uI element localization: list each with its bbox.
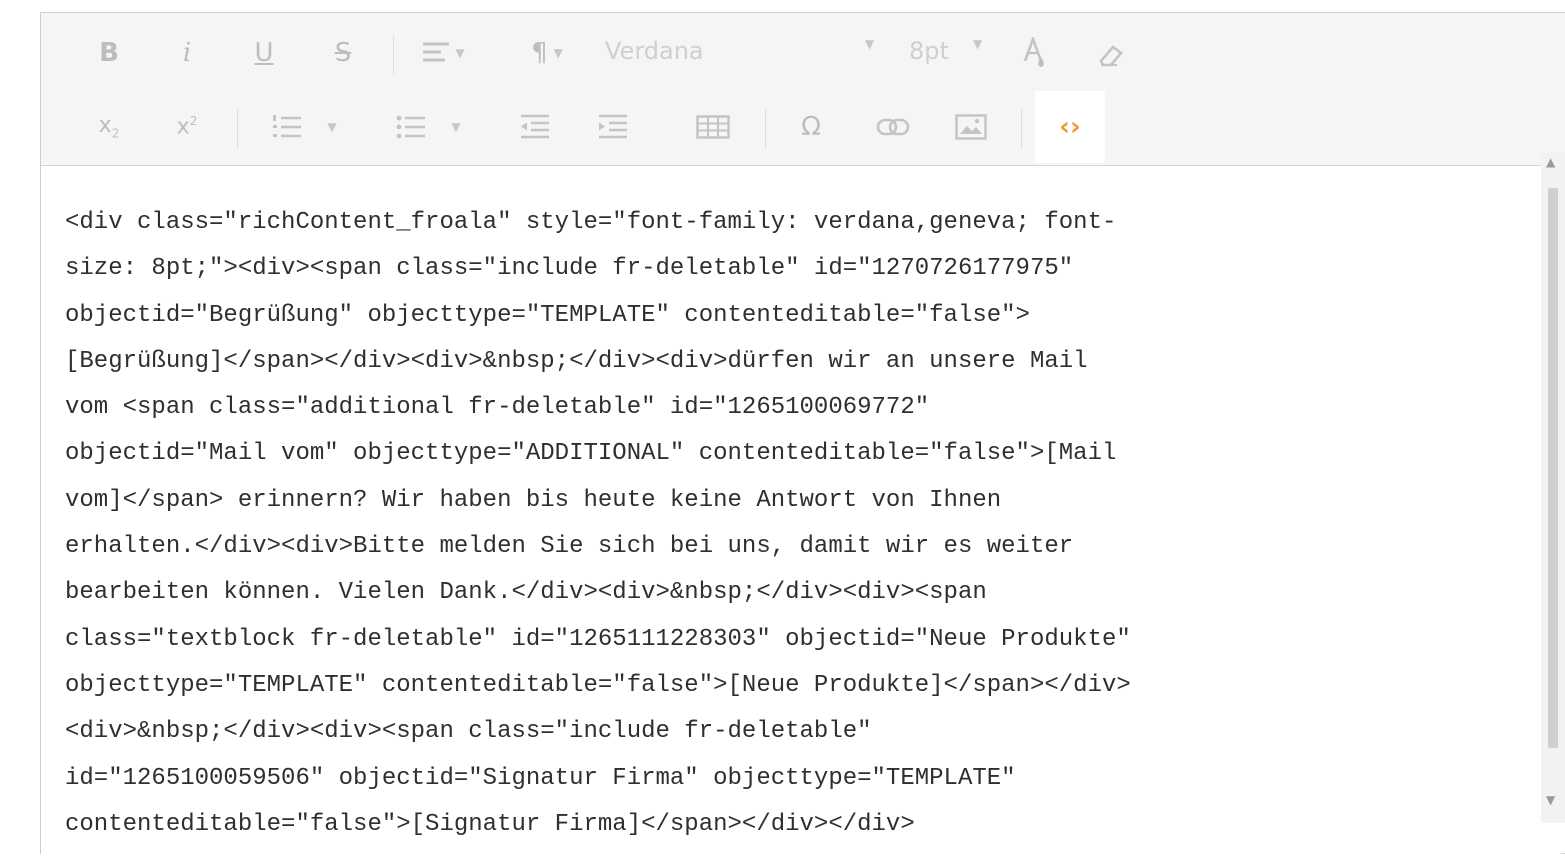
toolbar-divider [237,109,238,149]
indent-icon [599,114,627,139]
code-line[interactable]: vom <span class="additional fr-deletable… [65,385,1525,431]
eraser-icon [1099,45,1123,67]
subscript-base: x [98,113,112,139]
editor-toolbar: B i U S ▼ ¶ ▼ Verdana ▼ 8pt ▼ x2 x2 ▼ ▼ … [41,13,1565,166]
chevron-down-icon: ▼ [327,120,337,134]
strikethrough-icon: S [334,38,352,68]
superscript-base: x [176,114,190,140]
code-line[interactable]: objectid="Mail vom" objecttype="ADDITION… [65,431,1525,477]
text-color-icon [1023,37,1044,67]
subscript-icon: x2 [99,113,120,140]
table-icon [696,115,730,139]
underline-button[interactable]: U [246,27,282,79]
code-view-button[interactable]: ‹› [1035,91,1105,163]
italic-button[interactable]: i [169,27,205,79]
toolbar-row-2: x2 x2 ▼ ▼ Ω ‹› [41,91,1565,163]
toolbar-divider [1021,109,1022,149]
code-view-area[interactable]: <div class="richContent_froala" style="f… [41,166,1561,856]
code-line[interactable]: class="textblock fr-deletable" id="12651… [65,617,1525,663]
link-icon [876,118,910,136]
superscript-button[interactable]: x2 [167,101,207,153]
scrollbar-thumb[interactable] [1548,188,1558,748]
font-size-select[interactable]: 8pt [909,37,949,65]
ordered-list-dropdown[interactable]: ▼ [263,101,345,153]
html-source-text[interactable]: <div class="richContent_froala" style="f… [65,200,1525,848]
toolbar-divider [765,109,766,149]
insert-table-button[interactable] [691,101,735,153]
code-line[interactable]: vom]</span> erinnern? Wir haben bis heut… [65,478,1525,524]
scroll-up-arrow[interactable]: ▲ [1546,155,1555,169]
align-dropdown[interactable]: ▼ [413,27,473,79]
omega-icon: Ω [801,112,821,142]
insert-image-button[interactable] [949,101,993,153]
insert-link-button[interactable] [871,101,915,153]
subscript-button[interactable]: x2 [89,101,129,153]
paragraph-icon: ¶ [531,38,548,68]
code-line[interactable]: id="1265100059506" objectid="Signatur Fi… [65,756,1525,802]
code-line[interactable]: [Begrüßung]</span></div><div>&nbsp;</div… [65,339,1525,385]
code-line[interactable]: bearbeiten können. Vielen Dank.</div><di… [65,570,1525,616]
code-line[interactable]: erhalten.</div><div>Bitte melden Sie sic… [65,524,1525,570]
scroll-down-arrow[interactable]: ▼ [1546,793,1555,807]
chevron-down-icon: ▼ [451,120,461,134]
code-line[interactable]: objecttype="TEMPLATE" contenteditable="f… [65,663,1525,709]
outdent-button[interactable] [513,101,557,153]
code-view-icon: ‹› [1059,112,1081,142]
ordered-list-icon [273,115,302,138]
vertical-scrollbar[interactable]: ▲ ▼ [1541,153,1565,823]
strikethrough-button[interactable]: S [325,27,361,79]
unordered-list-icon [396,115,426,139]
toolbar-row-1: B i U S ▼ ¶ ▼ Verdana ▼ 8pt ▼ [41,17,1565,87]
underline-icon: U [254,38,274,68]
special-characters-button[interactable]: Ω [791,101,831,153]
superscript-mark: 2 [189,114,198,129]
chevron-down-icon: ▼ [865,37,875,51]
font-family-select[interactable]: Verdana [605,37,704,65]
indent-button[interactable] [591,101,635,153]
code-line[interactable]: size: 8pt;"><div><span class="include fr… [65,246,1525,292]
code-line[interactable]: contenteditable="false">[Signatur Firma]… [65,802,1525,848]
italic-icon: i [182,38,192,68]
clear-formatting-button[interactable] [1089,27,1133,79]
rich-text-editor: B i U S ▼ ¶ ▼ Verdana ▼ 8pt ▼ x2 x2 ▼ ▼ … [40,12,1565,856]
subscript-mark: 2 [111,126,120,141]
paragraph-format-dropdown[interactable]: ¶ ▼ [517,27,577,79]
code-line[interactable]: <div>&nbsp;</div><div><span class="inclu… [65,709,1525,755]
code-line[interactable]: <div class="richContent_froala" style="f… [65,200,1525,246]
code-line[interactable]: objectid="Begrüßung" objecttype="TEMPLAT… [65,293,1525,339]
image-icon [955,114,987,140]
chevron-down-icon: ▼ [973,37,983,51]
superscript-icon: x2 [177,114,198,139]
toolbar-divider [393,35,394,75]
chevron-down-icon: ▼ [553,46,563,60]
align-left-icon [423,42,450,62]
chevron-down-icon: ▼ [455,46,465,60]
bold-icon: B [99,38,119,68]
outdent-icon [521,114,549,139]
bold-button[interactable]: B [91,27,127,79]
unordered-list-dropdown[interactable]: ▼ [387,101,469,153]
text-color-button[interactable] [1013,27,1057,79]
